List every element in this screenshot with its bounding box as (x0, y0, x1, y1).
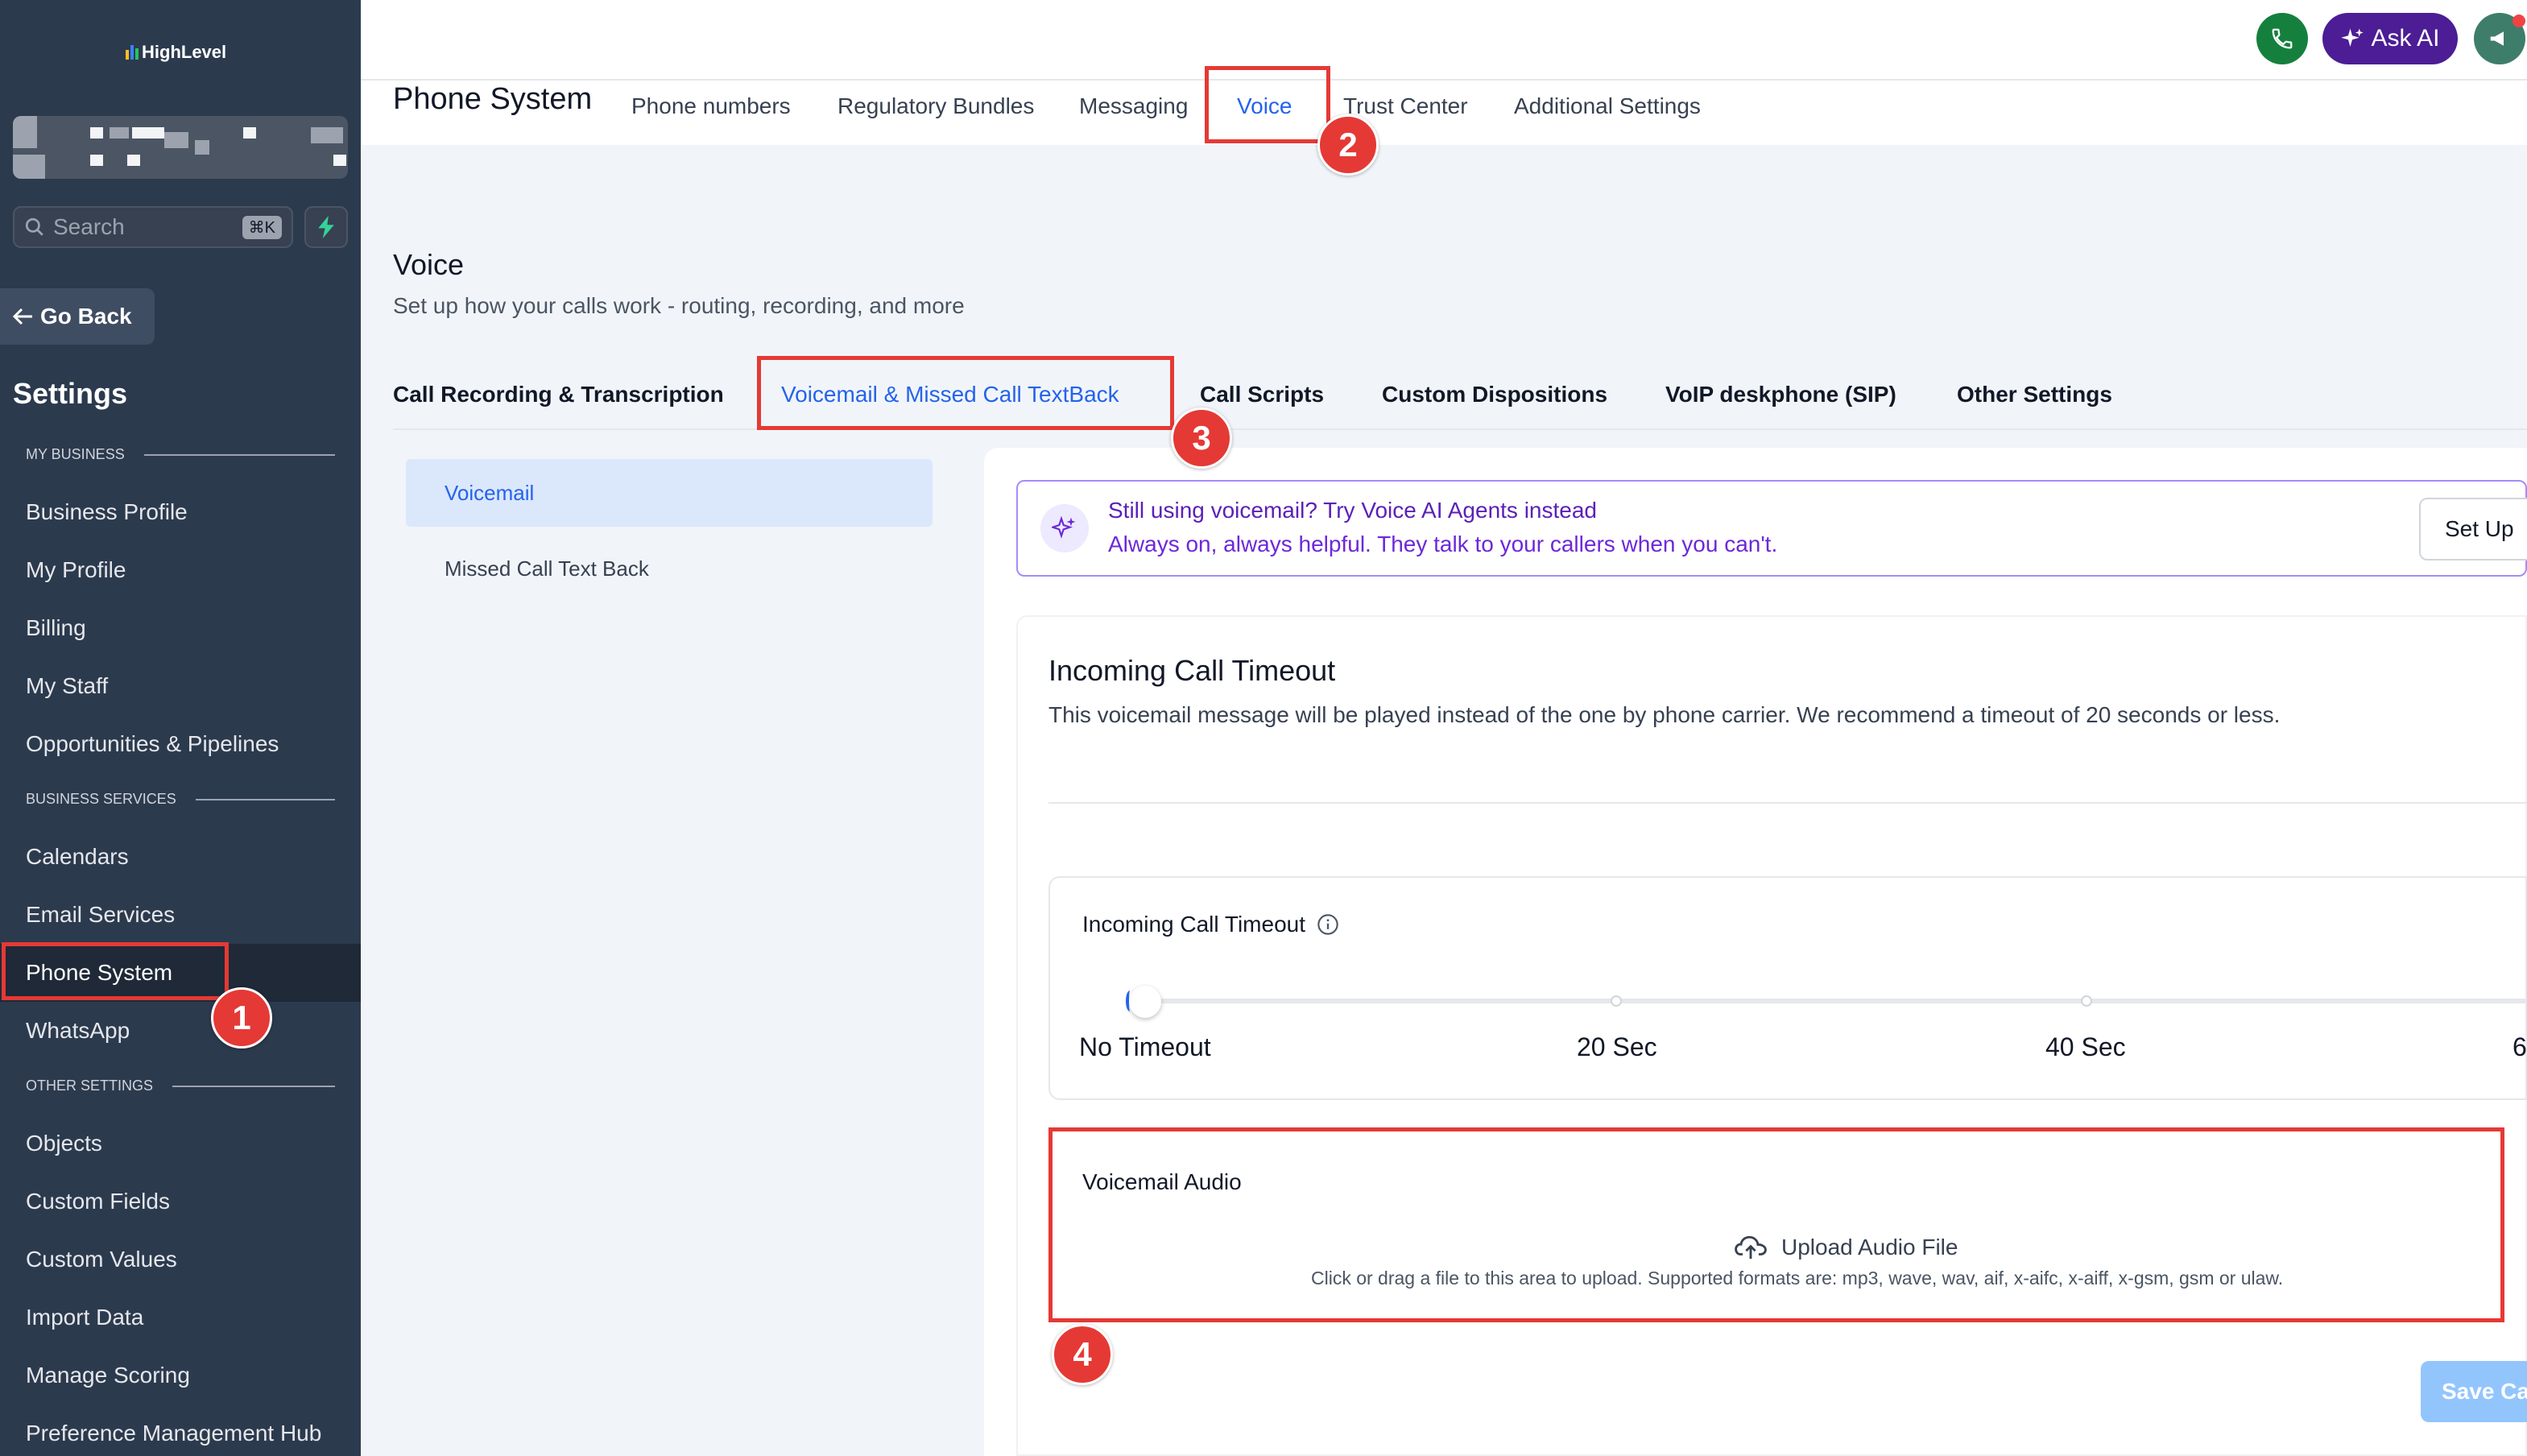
card-divider (1048, 802, 2527, 804)
section-my-business: MY BUSINESS (26, 446, 335, 463)
tick-label-40: 40 Sec (2045, 1032, 2126, 1061)
tab-call-scripts[interactable]: Call Scripts (1200, 382, 1324, 407)
annotation-badge-3: 3 (1171, 407, 1232, 469)
annotation-highlight-voice-tab (1205, 66, 1330, 143)
card-title: Incoming Call Timeout (1048, 654, 1336, 687)
sidebar-item-custom-values[interactable]: Custom Values (0, 1231, 361, 1288)
section-label: OTHER SETTINGS (26, 1078, 154, 1094)
section-label: MY BUSINESS (26, 446, 125, 462)
tab-custom-dispositions[interactable]: Custom Dispositions (1382, 382, 1607, 407)
tab-messaging[interactable]: Messaging (1079, 93, 1188, 119)
timeout-slider-handle[interactable] (1129, 986, 1161, 1018)
tick-label-no-timeout: No Timeout (1079, 1032, 1211, 1061)
search-input[interactable]: Search ⌘K (13, 206, 293, 248)
megaphone-icon (2490, 31, 2504, 46)
info-icon[interactable] (1317, 913, 1339, 936)
section-subtitle: Set up how your calls work - routing, re… (393, 293, 965, 318)
menu-item-voicemail[interactable]: Voicemail (406, 459, 933, 527)
section-business-services: BUSINESS SERVICES (26, 791, 335, 808)
tab-call-recording[interactable]: Call Recording & Transcription (393, 382, 724, 407)
slider-tick-20 (1611, 995, 1622, 1007)
sparkle-icon (2341, 28, 2364, 47)
sidebar-item-email-services[interactable]: Email Services (0, 886, 361, 944)
field-label-text: Incoming Call Timeout (1082, 912, 1306, 937)
timeout-field-label: Incoming Call Timeout (1082, 912, 1339, 937)
section-other-settings: OTHER SETTINGS (26, 1078, 335, 1094)
annotation-highlight-phone-system (2, 942, 229, 1000)
annotation-badge-4: 4 (1052, 1324, 1113, 1385)
lightning-icon (318, 216, 334, 238)
section-title: Voice (393, 248, 465, 281)
phone-button[interactable] (2256, 13, 2308, 64)
go-back-button[interactable]: Go Back (0, 288, 155, 345)
section-label: BUSINESS SERVICES (26, 791, 176, 807)
annotation-highlight-voicemail-tab (757, 356, 1174, 430)
sidebar-item-opportunities[interactable]: Opportunities & Pipelines (0, 715, 361, 773)
tick-label-20: 20 Sec (1577, 1032, 1657, 1061)
ask-ai-label: Ask AI (2371, 25, 2440, 52)
sidebar-item-preference-hub[interactable]: Preference Management Hub (0, 1404, 361, 1456)
ai-sparkle-icon (1040, 504, 1089, 552)
top-bar (361, 0, 2527, 79)
brand-logo[interactable]: HighLevel (126, 42, 226, 63)
save-button[interactable]: Save Ca (2421, 1361, 2527, 1422)
timeout-slider-track[interactable] (1135, 999, 2527, 1003)
annotation-badge-1: 1 (211, 987, 272, 1049)
sidebar-item-billing[interactable]: Billing (0, 599, 361, 657)
sidebar-item-my-staff[interactable]: My Staff (0, 657, 361, 715)
tabs-divider (393, 428, 2527, 430)
slider-tick-40 (2081, 995, 2092, 1007)
tick-label-60: 6 (2513, 1032, 2527, 1061)
sidebar-item-my-profile[interactable]: My Profile (0, 541, 361, 599)
sidebar-item-business-profile[interactable]: Business Profile (0, 483, 361, 541)
search-icon (25, 217, 43, 236)
settings-title: Settings (13, 377, 128, 410)
logo-icon (126, 45, 139, 60)
sidebar-item-custom-fields[interactable]: Custom Fields (0, 1173, 361, 1231)
arrow-left-icon (13, 308, 32, 325)
go-back-label: Go Back (40, 304, 132, 329)
search-placeholder: Search (53, 214, 125, 239)
banner-subtitle: Always on, always helpful. They talk to … (1108, 532, 1778, 556)
sidebar: HighLevel Search ⌘K Go Back Settings MY … (0, 0, 361, 1456)
tab-phone-numbers[interactable]: Phone numbers (631, 93, 791, 119)
menu-item-missed-call-text-back[interactable]: Missed Call Text Back (406, 535, 933, 602)
search-shortcut: ⌘K (242, 215, 282, 239)
announcements-button[interactable] (2474, 13, 2525, 64)
timeout-slider-box (1048, 876, 2527, 1100)
tab-regulatory-bundles[interactable]: Regulatory Bundles (838, 93, 1034, 119)
slider-handle-indicator (1126, 991, 1134, 1011)
card-description: This voicemail message will be played in… (1048, 702, 2281, 727)
ask-ai-button[interactable]: Ask AI (2322, 13, 2458, 64)
voice-ai-banner (1016, 480, 2527, 577)
notification-dot (2513, 14, 2525, 27)
phone-icon (2272, 28, 2293, 49)
page-title: Phone System (393, 82, 593, 116)
tab-other-settings[interactable]: Other Settings (1957, 382, 2112, 407)
sidebar-item-objects[interactable]: Objects (0, 1115, 361, 1173)
annotation-badge-2: 2 (1317, 114, 1379, 176)
banner-title: Still using voicemail? Try Voice AI Agen… (1108, 498, 1597, 523)
sidebar-item-import-data[interactable]: Import Data (0, 1288, 361, 1346)
sidebar-item-calendars[interactable]: Calendars (0, 828, 361, 886)
annotation-highlight-voicemail-audio (1048, 1127, 2504, 1322)
sidebar-item-manage-scoring[interactable]: Manage Scoring (0, 1346, 361, 1404)
sidebar-item-whatsapp[interactable]: WhatsApp (0, 1002, 361, 1060)
set-up-button[interactable]: Set Up (2419, 498, 2527, 560)
tab-trust-center[interactable]: Trust Center (1343, 93, 1468, 119)
tab-voip-deskphone[interactable]: VoIP deskphone (SIP) (1665, 382, 1896, 407)
account-switcher[interactable] (13, 116, 348, 179)
brand-name: HighLevel (142, 42, 227, 62)
tab-additional-settings[interactable]: Additional Settings (1514, 93, 1701, 119)
quick-action-button[interactable] (304, 206, 348, 248)
